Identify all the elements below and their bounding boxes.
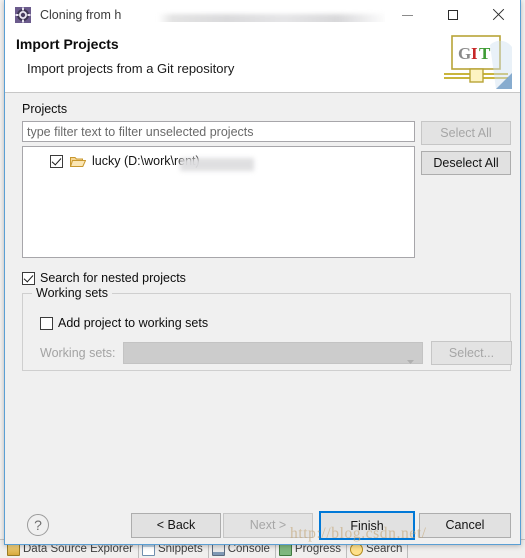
dialog-footer: ? < Back Next > Finish Cancel bbox=[5, 509, 520, 544]
dialog-title: Cloning from h ı... bbox=[40, 8, 385, 22]
minimize-icon bbox=[402, 14, 413, 16]
maximize-icon bbox=[447, 10, 458, 20]
add-project-to-working-sets-label: Add project to working sets bbox=[58, 316, 209, 330]
svg-text:G: G bbox=[458, 44, 471, 63]
svg-text:I: I bbox=[471, 44, 478, 63]
page-title: Import Projects bbox=[16, 36, 119, 52]
finish-button-focus-ring: Finish bbox=[319, 511, 415, 540]
chevron-down-icon bbox=[407, 351, 414, 364]
wizard-header: Import Projects Import projects from a G… bbox=[5, 30, 520, 93]
working-sets-combo[interactable] bbox=[123, 342, 423, 364]
search-nested-projects-checkbox[interactable] bbox=[22, 271, 35, 285]
project-filter-input[interactable] bbox=[22, 121, 415, 142]
finish-button[interactable]: Finish bbox=[321, 513, 413, 538]
close-button[interactable] bbox=[475, 0, 520, 30]
eclipse-wizard-icon bbox=[15, 7, 31, 23]
search-nested-projects-row[interactable]: Search for nested projects bbox=[22, 271, 186, 285]
add-project-to-working-sets-row[interactable]: Add project to working sets bbox=[40, 316, 208, 330]
project-path-prefix: lucky (D:\work\r bbox=[92, 154, 179, 168]
window-controls bbox=[385, 0, 520, 30]
select-all-button[interactable]: Select All bbox=[421, 121, 511, 145]
add-project-to-working-sets-checkbox[interactable] bbox=[40, 316, 53, 330]
projects-group-label: Projects bbox=[22, 102, 68, 116]
project-item-label: lucky (D:\work\rent) bbox=[92, 154, 254, 171]
working-sets-group: Working sets Add project to working sets… bbox=[22, 286, 512, 371]
svg-text:T: T bbox=[479, 44, 491, 63]
dialog-titlebar[interactable]: Cloning from h ı... bbox=[5, 0, 520, 30]
working-sets-select-button[interactable]: Select... bbox=[431, 341, 512, 365]
help-button[interactable]: ? bbox=[27, 514, 49, 536]
list-item[interactable]: lucky (D:\work\rent) bbox=[23, 151, 414, 171]
project-path-suffix: ent) bbox=[178, 154, 200, 168]
next-button[interactable]: Next > bbox=[223, 513, 313, 538]
import-projects-dialog: Cloning from h ı... Import Projects Impo… bbox=[4, 0, 521, 545]
open-folder-icon bbox=[69, 155, 87, 168]
maximize-button[interactable] bbox=[430, 0, 475, 30]
back-button[interactable]: < Back bbox=[131, 513, 221, 538]
screenshot-root: Data Source Explorer Snippets Console Pr… bbox=[0, 0, 525, 558]
deselect-all-button[interactable]: Deselect All bbox=[421, 151, 511, 175]
cancel-button[interactable]: Cancel bbox=[419, 513, 511, 538]
page-subtitle: Import projects from a Git repository bbox=[27, 61, 235, 76]
dialog-title-redaction bbox=[158, 14, 385, 22]
dialog-title-prefix: Cloning from h bbox=[40, 8, 122, 22]
search-nested-projects-label: Search for nested projects bbox=[40, 271, 186, 285]
git-logo: G I T bbox=[440, 33, 512, 89]
projects-list[interactable]: lucky (D:\work\rent) bbox=[22, 146, 415, 258]
minimize-button[interactable] bbox=[385, 0, 430, 30]
project-checkbox[interactable] bbox=[50, 154, 63, 168]
dialog-content: Projects lucky (D:\work\rent) bbox=[5, 93, 520, 509]
working-sets-combo-label: Working sets: bbox=[40, 346, 116, 360]
working-sets-group-title: Working sets bbox=[32, 286, 113, 300]
close-icon bbox=[492, 9, 504, 21]
